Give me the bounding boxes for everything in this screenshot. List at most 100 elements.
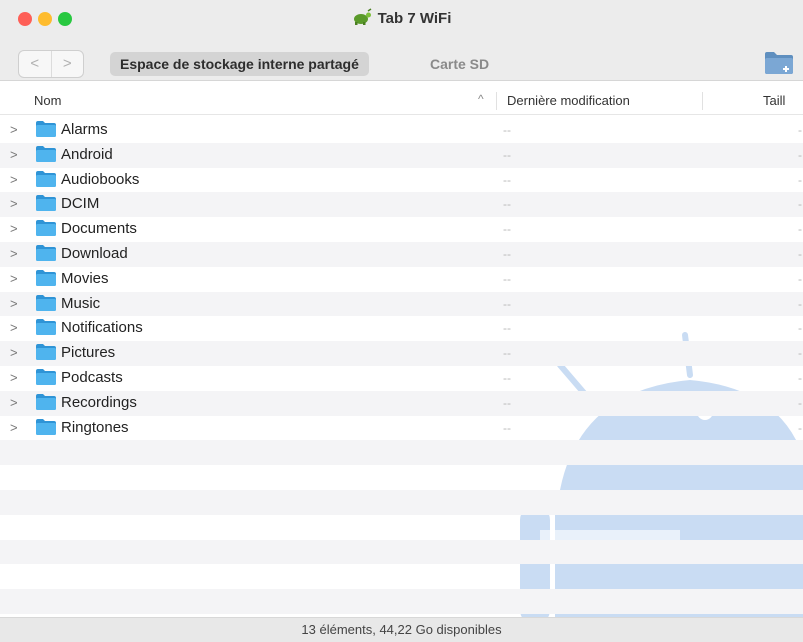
file-modified: -- [503,271,511,286]
file-modified: -- [503,321,511,336]
file-name: DCIM [61,195,100,213]
folder-icon [36,170,56,191]
file-name: Documents [61,220,137,238]
disclosure-chevron-icon[interactable]: > [10,395,18,410]
column-divider [496,92,497,110]
file-row[interactable]: > Audiobooks -- - [0,168,803,193]
disclosure-chevron-icon[interactable]: > [10,172,18,187]
disclosure-chevron-icon[interactable]: > [10,221,18,236]
empty-row [0,564,803,589]
file-modified: -- [503,395,511,410]
forward-button[interactable]: > [52,51,84,77]
sort-indicator-icon: ^ [478,92,484,106]
new-folder-icon[interactable] [764,48,794,81]
disclosure-chevron-icon[interactable]: > [10,320,18,335]
folder-icon [36,121,56,141]
file-name: Pictures [61,344,116,362]
column-modified[interactable]: Dernière modification [507,93,630,108]
folder-icon [36,220,56,240]
file-modified: -- [503,346,511,361]
file-row[interactable]: > Android -- - [0,142,803,168]
file-size: - [798,370,802,385]
column-size[interactable]: Taill [763,93,785,108]
tab-internal-storage[interactable]: Espace de stockage interne partagé [110,52,369,76]
column-name[interactable]: Nom [34,93,61,108]
empty-row [0,589,803,614]
disclosure-chevron-icon[interactable]: > [10,271,18,286]
status-bar: 13 éléments, 44,22 Go disponibles [0,617,803,642]
folder-icon [36,195,56,215]
file-name: Recordings [61,393,137,411]
file-size: - [798,395,802,410]
file-size: - [798,346,802,361]
tab-sd-card[interactable]: Carte SD [420,52,499,76]
disclosure-chevron-icon[interactable]: > [10,370,18,385]
folder-icon [36,418,56,439]
file-size: - [798,420,802,435]
column-divider [702,92,703,110]
disclosure-chevron-icon[interactable]: > [10,147,18,162]
file-name: Android [61,145,113,163]
file-modified: -- [503,420,511,435]
empty-row [0,489,803,515]
disclosure-chevron-icon[interactable]: > [10,196,18,211]
empty-row [0,515,803,540]
back-button[interactable]: < [19,51,52,77]
file-size: - [798,172,802,187]
window-title-container: Tab 7 WiFi [0,8,803,30]
disclosure-chevron-icon[interactable]: > [10,246,18,261]
file-modified: -- [503,123,511,137]
file-size: - [798,147,802,162]
folder-icon [36,344,56,364]
file-row[interactable]: > Ringtones -- - [0,416,803,441]
status-text: 13 éléments, 44,22 Go disponibles [301,622,502,637]
file-row[interactable]: > Music -- - [0,291,803,317]
file-name: Download [61,244,128,262]
disclosure-chevron-icon[interactable]: > [10,345,18,360]
file-row[interactable]: > DCIM -- - [0,192,803,218]
file-row[interactable]: > Movies -- - [0,267,803,292]
title-bar: Tab 7 WiFi < > Espace de stockage intern… [0,0,803,81]
file-size: - [798,296,802,311]
file-modified: -- [503,222,511,237]
file-name: Music [61,294,101,312]
file-row[interactable]: > Documents -- - [0,217,803,242]
file-name: Audiobooks [61,170,140,188]
folder-icon [36,368,56,389]
folder-icon [36,269,56,290]
file-size: - [798,321,802,336]
disclosure-chevron-icon[interactable]: > [10,296,18,311]
turtle-app-icon [352,8,372,30]
file-name: Ringtones [61,418,129,436]
file-modified: -- [503,172,511,187]
file-modified: -- [503,370,511,385]
file-row[interactable]: > Pictures -- - [0,341,803,366]
file-size: - [798,222,802,237]
file-size: - [798,123,802,137]
file-modified: -- [503,296,511,311]
file-modified: -- [503,147,511,162]
file-size: - [798,271,802,286]
folder-icon [36,145,56,166]
file-modified: -- [503,246,511,261]
file-row[interactable]: > Recordings -- - [0,390,803,416]
folder-icon [36,393,56,414]
file-row[interactable]: > Alarms -- - [0,118,803,143]
disclosure-chevron-icon[interactable]: > [10,420,18,435]
file-row[interactable]: > Podcasts -- - [0,366,803,391]
empty-row [0,539,803,565]
folder-icon [36,294,56,315]
file-size: - [798,197,802,212]
navigation-buttons: < > [18,50,84,78]
window-title: Tab 7 WiFi [377,10,452,27]
empty-row [0,440,803,466]
empty-row [0,465,803,490]
file-name: Movies [61,269,109,287]
file-name: Podcasts [61,368,123,386]
folder-icon [36,244,56,265]
column-header: Nom ^ Dernière modification Taill [0,88,803,115]
file-modified: -- [503,197,511,212]
disclosure-chevron-icon[interactable]: > [10,122,18,137]
file-row[interactable]: > Download -- - [0,241,803,267]
file-row[interactable]: > Notifications -- - [0,316,803,341]
